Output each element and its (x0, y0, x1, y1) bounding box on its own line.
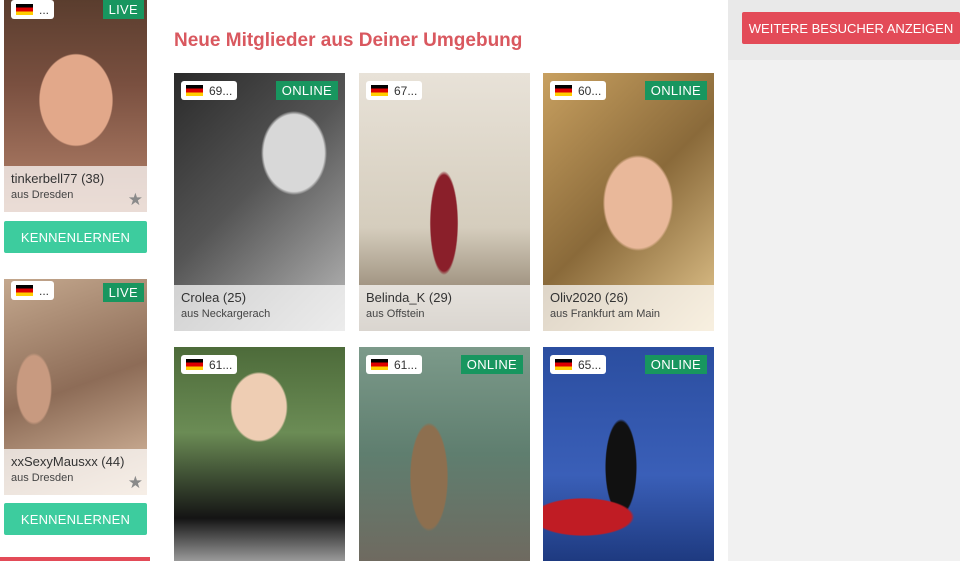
member-card[interactable]: 61... (174, 347, 345, 561)
country-pill: 60... (550, 81, 607, 100)
country-code: ... (39, 283, 50, 298)
kennenlernen-button[interactable]: KENNENLERNEN (4, 503, 147, 535)
country-pill: 65... (550, 355, 607, 374)
country-pill: 61... (181, 355, 238, 374)
de-flag-icon (555, 85, 572, 96)
country-code: 67... (394, 83, 418, 98)
country-code: 69... (209, 83, 233, 98)
de-flag-icon (186, 85, 203, 96)
de-flag-icon (371, 85, 388, 96)
profile-name: xxSexyMausxx (44) (11, 454, 125, 469)
section-title: Neue Mitglieder aus Deiner Umgebung (174, 30, 523, 51)
member-city: aus Neckargerach (181, 308, 271, 320)
country-pill: 61... (366, 355, 423, 374)
kennenlernen-button[interactable]: KENNENLERNEN (4, 221, 147, 253)
profile-card[interactable]: ... LIVE xxSexyMausxx (44) aus Dresden ★ (4, 279, 147, 495)
online-badge: ONLINE (644, 81, 707, 100)
country-pill: ... (11, 0, 55, 19)
member-name: Oliv2020 (26) (550, 290, 629, 305)
country-code: ... (39, 2, 50, 17)
de-flag-icon (186, 359, 203, 370)
member-city: aus Offstein (366, 308, 425, 320)
live-badge: LIVE (102, 0, 144, 19)
live-badge: LIVE (102, 283, 144, 302)
profile-info: xxSexyMausxx (44) aus Dresden ★ (4, 449, 147, 495)
profile-card[interactable]: ... LIVE tinkerbell77 (38) aus Dresden ★ (4, 0, 147, 212)
member-info: Oliv2020 (26) aus Frankfurt am Main (543, 285, 714, 331)
photo-image (359, 347, 530, 561)
profile-info: tinkerbell77 (38) aus Dresden ★ (4, 166, 147, 212)
de-flag-icon (16, 285, 33, 296)
more-visitors-button[interactable]: WEITERE BESUCHER ANZEIGEN (742, 12, 960, 44)
profile-city: aus Dresden (11, 472, 74, 484)
profile-name: tinkerbell77 (38) (11, 171, 105, 186)
member-name: Belinda_K (29) (366, 290, 452, 305)
member-info: Belinda_K (29) aus Offstein (359, 285, 530, 331)
next-card-edge (0, 557, 150, 561)
left-sidebar: ... LIVE tinkerbell77 (38) aus Dresden ★… (0, 0, 160, 561)
member-card[interactable]: 60... ONLINE Oliv2020 (26) aus Frankfurt… (543, 73, 714, 331)
star-icon[interactable]: ★ (128, 190, 143, 210)
new-members-section: Neue Mitglieder aus Deiner Umgebung 69..… (160, 0, 728, 561)
profile-city: aus Dresden (11, 189, 74, 201)
profile-photo[interactable]: ... LIVE xxSexyMausxx (44) aus Dresden ★ (4, 279, 147, 495)
member-card[interactable]: 69... ONLINE Crolea (25) aus Neckargerac… (174, 73, 345, 331)
de-flag-icon (555, 359, 572, 370)
member-card[interactable]: 67... Belinda_K (29) aus Offstein (359, 73, 530, 331)
member-info: Crolea (25) aus Neckargerach (174, 285, 345, 331)
country-pill: 67... (366, 81, 423, 100)
online-badge: ONLINE (644, 355, 707, 374)
country-pill: 69... (181, 81, 238, 100)
online-badge: ONLINE (275, 81, 338, 100)
star-icon[interactable]: ★ (128, 473, 143, 493)
page: ... LIVE tinkerbell77 (38) aus Dresden ★… (0, 0, 960, 561)
de-flag-icon (371, 359, 388, 370)
profile-photo[interactable]: ... LIVE tinkerbell77 (38) aus Dresden ★ (4, 0, 147, 212)
photo-image (174, 347, 345, 561)
country-pill: ... (11, 281, 55, 300)
photo-image (543, 347, 714, 561)
de-flag-icon (16, 4, 33, 15)
right-panel: WEITERE BESUCHER ANZEIGEN (728, 0, 960, 60)
country-code: 61... (209, 357, 233, 372)
member-card[interactable]: 65... ONLINE (543, 347, 714, 561)
country-code: 65... (578, 357, 602, 372)
country-code: 61... (394, 357, 418, 372)
online-badge: ONLINE (460, 355, 523, 374)
country-code: 60... (578, 83, 602, 98)
member-name: Crolea (25) (181, 290, 247, 305)
member-city: aus Frankfurt am Main (550, 308, 661, 320)
member-card[interactable]: 61... ONLINE (359, 347, 530, 561)
